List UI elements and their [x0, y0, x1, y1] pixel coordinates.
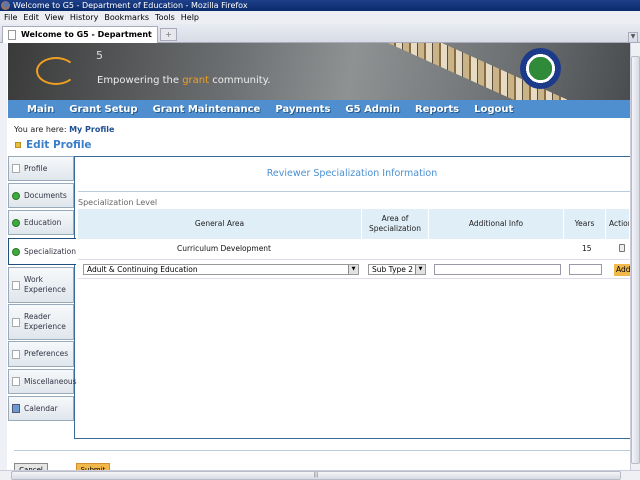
nav-grant-setup[interactable]: Grant Setup — [69, 104, 137, 115]
sidebar-tab-miscellaneous[interactable]: Miscellaneous — [8, 369, 77, 394]
sidebar-tab-specialization[interactable]: Specialization — [8, 238, 76, 265]
firefox-icon — [1, 1, 10, 10]
col-area-of-specialization: Area of Specialization — [362, 209, 429, 239]
sidebar-tab-calendar[interactable]: Calendar — [8, 396, 74, 421]
col-additional-info: Additional Info — [429, 209, 564, 239]
col-years: Years — [564, 209, 606, 239]
breadcrumb: You are here: My Profile — [14, 125, 115, 134]
document-icon — [12, 317, 20, 327]
additional-info-input[interactable] — [434, 264, 561, 275]
section-label: Specialization Level — [78, 198, 158, 207]
sidebar-tab-reader-experience[interactable]: Reader Experience — [8, 304, 74, 340]
new-tab-button[interactable]: + — [160, 28, 177, 41]
breadcrumb-my-profile[interactable]: My Profile — [69, 125, 114, 134]
vertical-scrollbar-thumb[interactable] — [631, 56, 640, 464]
general-area-select[interactable]: Adult & Continuing Education ▼ — [83, 264, 359, 275]
calendar-icon — [12, 404, 20, 413]
nav-main[interactable]: Main — [27, 104, 54, 115]
page-icon — [8, 30, 16, 40]
sidebar-tab-education[interactable]: Education — [8, 210, 74, 235]
document-icon — [12, 164, 20, 173]
menu-file[interactable]: File — [4, 13, 17, 22]
sidebar-tab-profile[interactable]: Profile — [8, 156, 74, 181]
page-title: Edit Profile — [15, 139, 92, 151]
divider — [78, 191, 630, 192]
menu-bar: File Edit View History Bookmarks Tools Help — [0, 11, 640, 24]
delete-icon[interactable] — [619, 244, 625, 252]
document-icon — [12, 349, 20, 359]
years-input[interactable] — [569, 264, 602, 275]
document-icon — [12, 280, 20, 290]
check-icon — [12, 247, 20, 256]
menu-view[interactable]: View — [45, 13, 64, 22]
nav-g5-admin[interactable]: G5 Admin — [345, 104, 400, 115]
content-panel — [74, 156, 630, 439]
chevron-down-icon: ▼ — [348, 265, 358, 274]
tagline: Empowering the grant community. — [97, 75, 271, 86]
sidebar-tab-documents[interactable]: Documents — [8, 183, 74, 208]
document-icon — [12, 377, 20, 386]
years-value: 15 — [582, 244, 592, 253]
menu-bookmarks[interactable]: Bookmarks — [104, 13, 149, 22]
menu-history[interactable]: History — [70, 13, 98, 22]
g5-logo-superscript: 5 — [96, 49, 103, 62]
divider — [14, 450, 630, 451]
browser-tab[interactable]: Welcome to G5 - Department of Edu... — [2, 26, 158, 54]
g5-logo — [36, 57, 76, 85]
bullet-icon — [15, 142, 21, 148]
sidebar-tab-preferences[interactable]: Preferences — [8, 341, 74, 367]
panel-title: Reviewer Specialization Information — [266, 168, 438, 179]
menu-tools[interactable]: Tools — [155, 13, 175, 22]
new-entry-row: Adult & Continuing Education ▼ Sub Type 2… — [78, 260, 634, 279]
nav-grant-maintenance[interactable]: Grant Maintenance — [153, 104, 261, 115]
table-header: General Area Area of Specialization Addi… — [78, 209, 630, 239]
menu-help[interactable]: Help — [181, 13, 199, 22]
chevron-down-icon: ▼ — [415, 265, 425, 274]
main-nav: Main Grant Setup Grant Maintenance Payme… — [8, 100, 630, 118]
browser-tab-bar: Welcome to G5 - Department of Edu... + ▼ — [0, 24, 640, 54]
nav-payments[interactable]: Payments — [275, 104, 330, 115]
col-general-area: General Area — [78, 209, 362, 239]
general-area-value: Curriculum Development — [177, 244, 272, 253]
sidebar-tab-work-experience[interactable]: Work Experience — [8, 267, 74, 303]
table-row: Curriculum Development 15 — [78, 239, 630, 260]
menu-edit[interactable]: Edit — [23, 13, 39, 22]
nav-logout[interactable]: Logout — [474, 104, 513, 115]
area-of-specialization-select[interactable]: Sub Type 2 ▼ — [368, 264, 426, 275]
horizontal-scrollbar-thumb[interactable]: ||| — [11, 471, 621, 480]
nav-reports[interactable]: Reports — [415, 104, 459, 115]
window-title-bar: Welcome to G5 - Department of Education … — [0, 0, 640, 11]
banner: 5 Empowering the grant community. — [8, 43, 630, 100]
check-icon — [12, 191, 20, 200]
col-action: Action — [606, 209, 630, 239]
department-seal — [520, 48, 561, 89]
check-icon — [12, 218, 20, 227]
